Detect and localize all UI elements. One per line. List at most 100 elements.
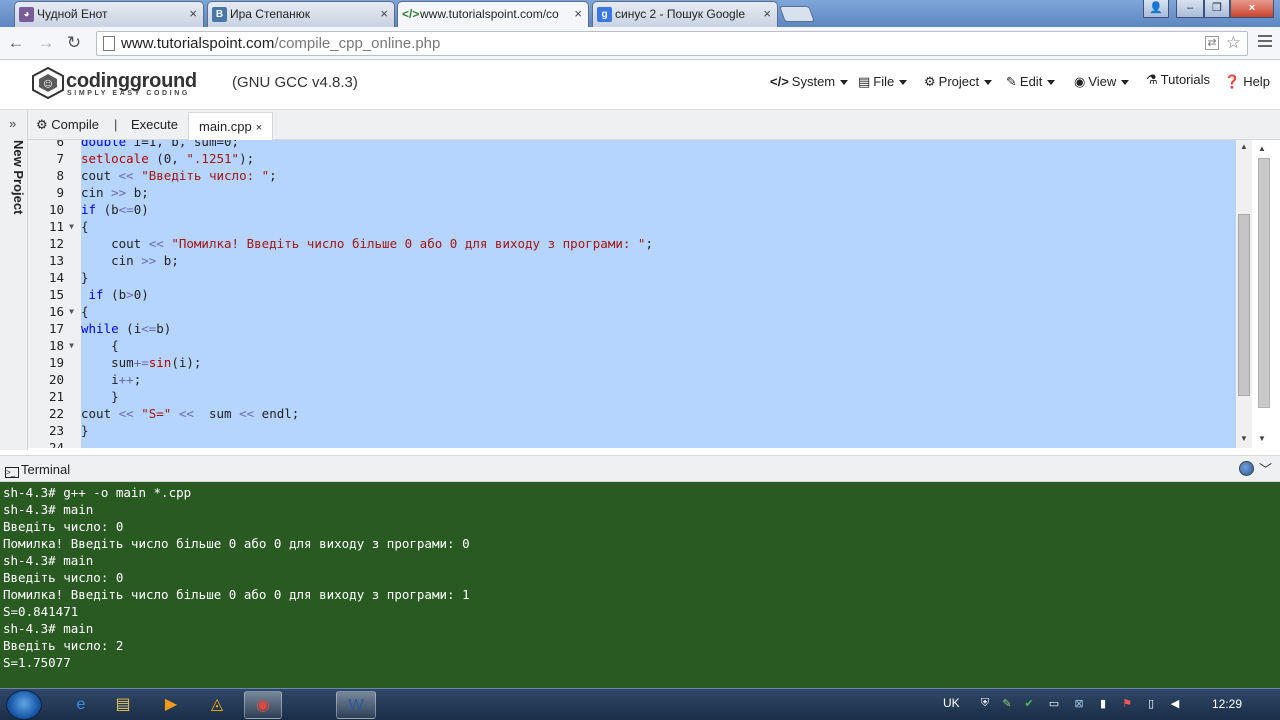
tray-flag-icon[interactable]: ⚑ — [1120, 697, 1134, 710]
close-tab-icon[interactable]: × — [763, 2, 771, 26]
execute-button[interactable]: Execute — [131, 117, 178, 132]
user-profile-icon[interactable]: 👤 — [1143, 0, 1169, 18]
address-bar[interactable]: www.tutorialspoint.com/compile_cpp_onlin… — [96, 31, 1248, 56]
browser-tab-chudnoy-enot[interactable]: ◕ Чудной Енот × — [14, 1, 204, 27]
bookmark-star-icon[interactable]: ☆ — [1226, 33, 1241, 53]
code-line[interactable]: cin >> b; — [81, 184, 149, 201]
terminal-header: >_ Terminal ﹀ — [0, 455, 1280, 482]
line-number: 18 ▼ — [48, 337, 74, 354]
compiler-version: (GNU GCC v4.8.3) — [232, 74, 358, 91]
file-tab-main-cpp[interactable]: main.cpp × — [188, 112, 274, 140]
code-line[interactable]: sum+=sin(i); — [81, 354, 201, 371]
line-number: 17 — [48, 321, 64, 336]
code-line[interactable]: } — [81, 269, 89, 286]
code-line[interactable]: { — [81, 303, 89, 320]
media-player-icon[interactable]: ▶ — [152, 691, 190, 719]
browser-menu-icon[interactable] — [1258, 35, 1272, 49]
browser-tab-tutorialspoint[interactable]: </> www.tutorialspoint.com/co × — [397, 1, 589, 27]
browser-tab-ira-stepaniuk[interactable]: B Ира Степанюк × — [207, 1, 395, 27]
code-line[interactable]: cout << "Помилка! Введіть число більше 0… — [81, 235, 653, 252]
code-line[interactable]: } — [81, 388, 119, 405]
language-indicator[interactable]: UK — [943, 696, 960, 710]
code-line[interactable]: if (b>0) — [81, 286, 149, 303]
new-tab-button[interactable] — [779, 6, 815, 22]
scroll-up-icon[interactable]: ▲ — [1258, 144, 1266, 153]
menu-file[interactable]: ▤ File — [858, 74, 908, 90]
avast-icon[interactable]: ◬ — [198, 691, 236, 719]
code-line[interactable]: setlocale (0, ".1251"); — [81, 150, 254, 167]
tray-network-icon[interactable]: ⊠ — [1072, 697, 1086, 710]
code-line[interactable]: { — [81, 337, 119, 354]
app-header: ☺ codingground SIMPLY EASY CODING (GNU G… — [0, 60, 1280, 110]
ie-icon[interactable]: e — [62, 691, 100, 719]
tray-signal-icon[interactable]: ▮ — [1096, 697, 1110, 710]
code-line[interactable]: } — [81, 422, 89, 439]
minimize-button[interactable]: – — [1176, 0, 1204, 18]
page-scrollbar-thumb[interactable] — [1258, 158, 1270, 408]
tray-check-icon[interactable]: ✔ — [1022, 697, 1036, 710]
globe-icon[interactable] — [1239, 461, 1254, 476]
menu-system[interactable]: </> System — [770, 74, 849, 89]
code-line[interactable]: cout << "Введіть число: "; — [81, 167, 277, 184]
code-line[interactable]: { — [81, 218, 89, 235]
terminal-line: sh-4.3# main — [3, 553, 94, 568]
collapse-chevron-icon[interactable]: ﹀ — [1259, 459, 1272, 478]
raccoon-icon: ◕ — [19, 7, 34, 22]
system-clock[interactable]: 12:29 — [1212, 697, 1242, 711]
code-line[interactable]: if (b<=0) — [81, 201, 149, 218]
line-number: 6 — [56, 140, 64, 149]
scroll-up-icon[interactable]: ▲ — [1240, 142, 1248, 151]
menu-project[interactable]: ⚙ Project — [924, 74, 993, 90]
browser-tab-google-search[interactable]: g синус 2 - Пошук Google × — [592, 1, 778, 27]
terminal-output[interactable]: sh-4.3# g++ -o main *.cpp sh-4.3# main Вве… — [0, 482, 1280, 688]
terminal-line: Помилка! Введіть число більше 0 або 0 дл… — [3, 536, 470, 551]
close-tab-icon[interactable]: × — [380, 2, 388, 26]
tray-window-icon[interactable]: ▭ — [1047, 697, 1061, 710]
tray-shield-icon[interactable]: ⛨ — [978, 697, 992, 710]
page-scrollbar[interactable]: ▲ ▼ — [1252, 140, 1280, 450]
code-line[interactable]: cout << "S=" << sum << endl; — [81, 405, 299, 422]
brand-tagline: SIMPLY EASY CODING — [67, 90, 190, 97]
url-text[interactable]: www.tutorialspoint.com/compile_cpp_onlin… — [121, 32, 440, 55]
reload-icon[interactable]: ↻ — [64, 33, 84, 53]
code-line[interactable]: while (i<=b) — [81, 320, 171, 337]
terminal-line: sh-4.3# main — [3, 502, 94, 517]
code-line[interactable]: cin >> b; — [81, 252, 179, 269]
translate-icon[interactable]: ⇄ — [1205, 36, 1219, 50]
code-editor[interactable]: double i=1, b, sum=0; setlocale (0, ".125… — [81, 140, 1236, 448]
scrollbar-thumb[interactable] — [1238, 214, 1250, 396]
code-line[interactable]: i++; — [81, 371, 141, 388]
editor-scrollbar[interactable]: ▲ ▼ — [1236, 140, 1252, 448]
tray-security-icon[interactable]: ✎ — [1000, 697, 1014, 710]
menu-edit[interactable]: ✎ Edit — [1006, 74, 1056, 90]
line-number: 7 — [56, 151, 64, 166]
back-arrow-icon[interactable]: ← — [6, 33, 26, 53]
tray-power-icon[interactable]: ▯ — [1144, 697, 1158, 710]
scroll-down-icon[interactable]: ▼ — [1240, 434, 1248, 443]
expand-chevron-icon[interactable]: » — [9, 116, 16, 131]
close-window-button[interactable]: × — [1230, 0, 1274, 18]
fold-arrow-icon[interactable]: ▼ — [69, 303, 74, 320]
codingground-logo-icon: ☺ — [32, 66, 64, 100]
start-button[interactable] — [6, 690, 42, 720]
menu-view[interactable]: ◉ View — [1074, 74, 1130, 90]
forward-arrow-icon[interactable]: → — [36, 33, 56, 53]
close-tab-icon[interactable]: × — [574, 2, 582, 26]
maximize-button[interactable]: ❐ — [1204, 0, 1230, 18]
explorer-icon[interactable]: ▤ — [104, 691, 142, 719]
menu-help[interactable]: ❓ Help — [1224, 74, 1270, 90]
code-line[interactable]: double i=1, b, sum=0; — [81, 140, 239, 150]
close-tab-icon[interactable]: × — [189, 2, 197, 26]
compile-button[interactable]: ⚙ Compile — [36, 117, 99, 133]
word-icon[interactable]: W — [336, 691, 376, 719]
help-icon: ❓ — [1224, 74, 1241, 89]
line-number: 14 — [48, 270, 64, 285]
menu-tutorials[interactable]: ⚗ Tutorials — [1146, 72, 1210, 88]
scroll-down-icon[interactable]: ▼ — [1258, 434, 1266, 443]
close-file-icon[interactable]: × — [256, 122, 262, 134]
tray-volume-icon[interactable]: ◀ — [1168, 697, 1182, 710]
fold-arrow-icon[interactable]: ▼ — [69, 218, 74, 235]
chrome-icon[interactable]: ◉ — [244, 691, 282, 719]
fold-arrow-icon[interactable]: ▼ — [69, 337, 74, 354]
new-project-label[interactable]: New Project — [2, 140, 26, 214]
